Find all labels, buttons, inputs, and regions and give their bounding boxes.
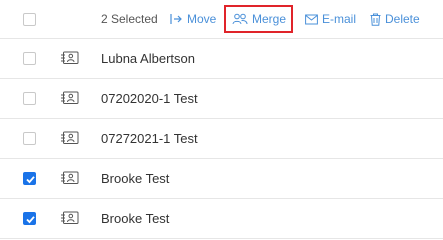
contact-card-icon (60, 211, 79, 231)
contact-name[interactable]: Brooke Test (101, 171, 169, 186)
row-checkbox[interactable] (23, 52, 36, 65)
trash-icon (370, 13, 381, 26)
contact-card-icon (60, 91, 79, 111)
envelope-icon (305, 14, 318, 25)
contact-card-icon (60, 171, 79, 191)
delete-button[interactable]: Delete (370, 11, 420, 27)
contact-name[interactable]: 07202020-1 Test (101, 91, 198, 106)
contact-name[interactable]: Lubna Albertson (101, 51, 195, 66)
email-label: E-mail (322, 12, 357, 26)
checkmark-icon (26, 176, 35, 184)
contact-row[interactable]: 07272021-1 Test (0, 119, 443, 159)
contact-row[interactable]: Brooke Test (0, 199, 443, 239)
checkmark-icon (26, 216, 35, 224)
merge-highlight-box (224, 5, 293, 33)
email-button[interactable]: E-mail (305, 11, 356, 27)
contact-card-icon (60, 131, 79, 151)
move-label: Move (187, 12, 217, 26)
select-all-checkbox[interactable] (23, 13, 36, 26)
row-checkbox[interactable] (23, 132, 36, 145)
contact-row[interactable]: 07202020-1 Test (0, 79, 443, 119)
contact-name[interactable]: 07272021-1 Test (101, 131, 198, 146)
selected-count: 2 Selected (101, 12, 158, 26)
delete-label: Delete (385, 12, 420, 26)
contact-name[interactable]: Brooke Test (101, 211, 169, 226)
contact-row[interactable]: Lubna Albertson (0, 39, 443, 79)
row-checkbox[interactable] (23, 212, 36, 225)
row-checkbox[interactable] (23, 172, 36, 185)
move-icon (170, 13, 183, 25)
contact-row[interactable]: Brooke Test (0, 159, 443, 199)
bulk-action-toolbar: 2 Selected Move Merge E-mail Delete (0, 0, 443, 39)
row-checkbox[interactable] (23, 92, 36, 105)
contact-card-icon (60, 51, 79, 71)
move-button[interactable]: Move (170, 11, 216, 27)
